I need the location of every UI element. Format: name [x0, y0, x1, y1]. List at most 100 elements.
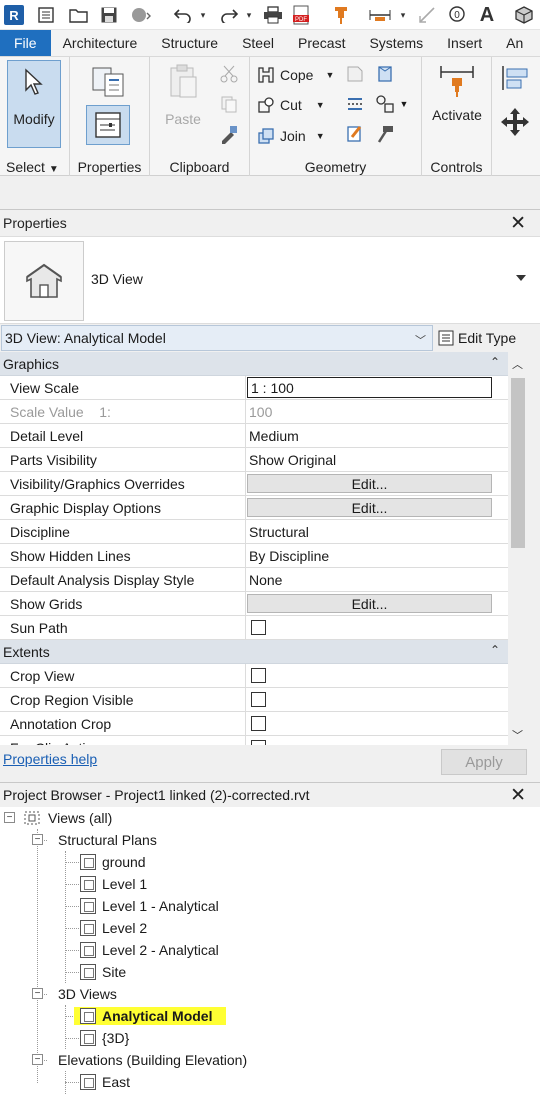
tree-item-plan[interactable]: Level 2 - Analytical [80, 939, 219, 961]
properties-scrollbar[interactable]: ︿ ﹀ [508, 352, 528, 745]
text-icon[interactable]: A [476, 4, 498, 26]
prop-row-discipline[interactable]: Discipline Structural [0, 520, 508, 544]
parts-visibility-select[interactable]: Show Original [246, 448, 508, 471]
tree-item-elevation[interactable]: East [80, 1071, 130, 1093]
hammer-icon[interactable] [374, 123, 396, 145]
split-face-icon[interactable] [344, 93, 366, 115]
measure-dropdown-icon[interactable]: ▾ [398, 5, 408, 25]
properties-help-link[interactable]: Properties help [3, 751, 97, 767]
tree-node-elevations[interactable]: Elevations (Building Elevation) [58, 1049, 247, 1071]
tab-steel[interactable]: Steel [230, 30, 286, 56]
properties-button[interactable] [86, 105, 130, 145]
crop-view-checkbox[interactable] [251, 668, 266, 683]
modify-label: Modify [13, 111, 55, 127]
tab-precast[interactable]: Precast [286, 30, 357, 56]
wall-joins-icon[interactable] [344, 63, 366, 85]
detail-level-select[interactable]: Medium [246, 424, 508, 447]
revit-logo[interactable]: R [4, 5, 24, 25]
view-scale-input[interactable]: 1 : 100 [247, 377, 492, 398]
match-properties-icon[interactable] [218, 123, 240, 145]
tree-item-plan[interactable]: Level 2 [80, 917, 147, 939]
redo-icon[interactable] [218, 5, 240, 25]
edit-type-button[interactable]: Edit Type [438, 325, 516, 351]
wall-sweep-icon[interactable] [374, 63, 396, 85]
tree-node-views-all[interactable]: Views (all) [22, 807, 112, 829]
dimension-icon[interactable] [416, 5, 438, 25]
tab-insert[interactable]: Insert [435, 30, 494, 56]
show-grids-edit-button[interactable]: Edit... [247, 594, 492, 613]
recent-files-icon[interactable] [36, 5, 56, 25]
tab-structure[interactable]: Structure [149, 30, 230, 56]
tab-architecture[interactable]: Architecture [51, 30, 150, 56]
align-icon[interactable] [498, 63, 532, 93]
tree-item-plan[interactable]: Level 1 - Analytical [80, 895, 219, 917]
scroll-down-icon[interactable]: ﹀ [512, 727, 523, 743]
undo-dropdown-icon[interactable]: ▾ [198, 5, 208, 25]
scissors-icon[interactable] [218, 63, 240, 85]
geometry-dropdown-icon[interactable]: ▼ [398, 93, 410, 115]
group-extents[interactable]: Extents ⌃ [0, 640, 508, 664]
undo-icon[interactable] [172, 5, 194, 25]
analysis-style-select[interactable]: None [246, 568, 508, 591]
hidden-lines-select[interactable]: By Discipline [246, 544, 508, 567]
collapse-toggle[interactable]: − [4, 812, 15, 823]
tree-node-structural-plans[interactable]: Structural Plans [58, 829, 157, 851]
tab-annotate[interactable]: An [494, 30, 535, 56]
prop-row-parts-visibility[interactable]: Parts Visibility Show Original [0, 448, 508, 472]
instance-filter-select[interactable]: 3D View: Analytical Model ﹀ [1, 325, 433, 351]
annotation-crop-checkbox[interactable] [251, 716, 266, 731]
collapse-toggle[interactable]: − [32, 834, 43, 845]
activate-label: Activate [432, 107, 482, 123]
pin-icon[interactable] [330, 5, 352, 25]
3d-view-icon[interactable] [512, 5, 536, 25]
sync-icon[interactable] [128, 5, 154, 25]
demolish-icon[interactable] [374, 93, 396, 115]
tree-item-analytical-model[interactable]: Analytical Model [74, 1005, 227, 1027]
tab-file[interactable]: File [0, 30, 51, 56]
copy-icon[interactable] [218, 93, 240, 115]
paint-icon[interactable] [344, 123, 366, 145]
paste-button[interactable]: Paste [160, 61, 206, 131]
type-dropdown-icon[interactable] [516, 275, 526, 281]
move-icon[interactable] [498, 105, 532, 139]
tab-systems[interactable]: Systems [357, 30, 435, 56]
collapse-toggle[interactable]: − [32, 1054, 43, 1065]
cope-button[interactable]: Cope ▼ [256, 63, 334, 87]
vg-overrides-edit-button[interactable]: Edit... [247, 474, 492, 493]
group-graphics[interactable]: Graphics ⌃ [0, 352, 508, 376]
modify-button[interactable]: Modify [7, 60, 61, 148]
select-dropdown[interactable]: Select ▼ [0, 159, 69, 175]
prop-row-hidden-lines[interactable]: Show Hidden Lines By Discipline [0, 544, 508, 568]
discipline-select[interactable]: Structural [246, 520, 508, 543]
prop-row-analysis-style[interactable]: Default Analysis Display Style None [0, 568, 508, 592]
close-icon[interactable]: ✕ [510, 214, 526, 233]
close-icon[interactable]: ✕ [510, 786, 526, 805]
tree-item-plan[interactable]: Site [80, 961, 126, 983]
prop-row-detail-level[interactable]: Detail Level Medium [0, 424, 508, 448]
crop-region-checkbox[interactable] [251, 692, 266, 707]
open-icon[interactable] [68, 5, 90, 25]
type-properties-icon[interactable] [88, 61, 128, 101]
apply-button[interactable]: Apply [441, 749, 527, 775]
tree-node-3d-views[interactable]: 3D Views [58, 983, 117, 1005]
measure-icon[interactable] [368, 5, 392, 25]
sun-path-checkbox[interactable] [251, 620, 266, 635]
activate-button[interactable]: Activate [426, 61, 488, 131]
type-selector[interactable]: 3D View [0, 236, 540, 324]
scroll-up-icon[interactable]: ︿ [512, 356, 523, 372]
join-button[interactable]: Join ▼ [256, 124, 325, 148]
pdf-icon[interactable]: PDF [290, 5, 312, 25]
tag-icon[interactable]: 0 [446, 5, 468, 25]
scrollbar-thumb[interactable] [511, 378, 525, 548]
redo-dropdown-icon[interactable]: ▾ [244, 5, 254, 25]
save-icon[interactable] [99, 5, 119, 25]
cut-button[interactable]: Cut ▼ [256, 93, 325, 117]
tree-item-label: East [102, 1074, 131, 1090]
tree-item-3d[interactable]: {3D} [80, 1027, 129, 1049]
prop-row-view-scale[interactable]: View Scale 1 : 100 [0, 376, 508, 400]
collapse-toggle[interactable]: − [32, 988, 43, 999]
graphic-display-edit-button[interactable]: Edit... [247, 498, 492, 517]
tree-item-plan[interactable]: ground [80, 851, 146, 873]
tree-item-plan[interactable]: Level 1 [80, 873, 147, 895]
print-icon[interactable] [262, 5, 284, 25]
